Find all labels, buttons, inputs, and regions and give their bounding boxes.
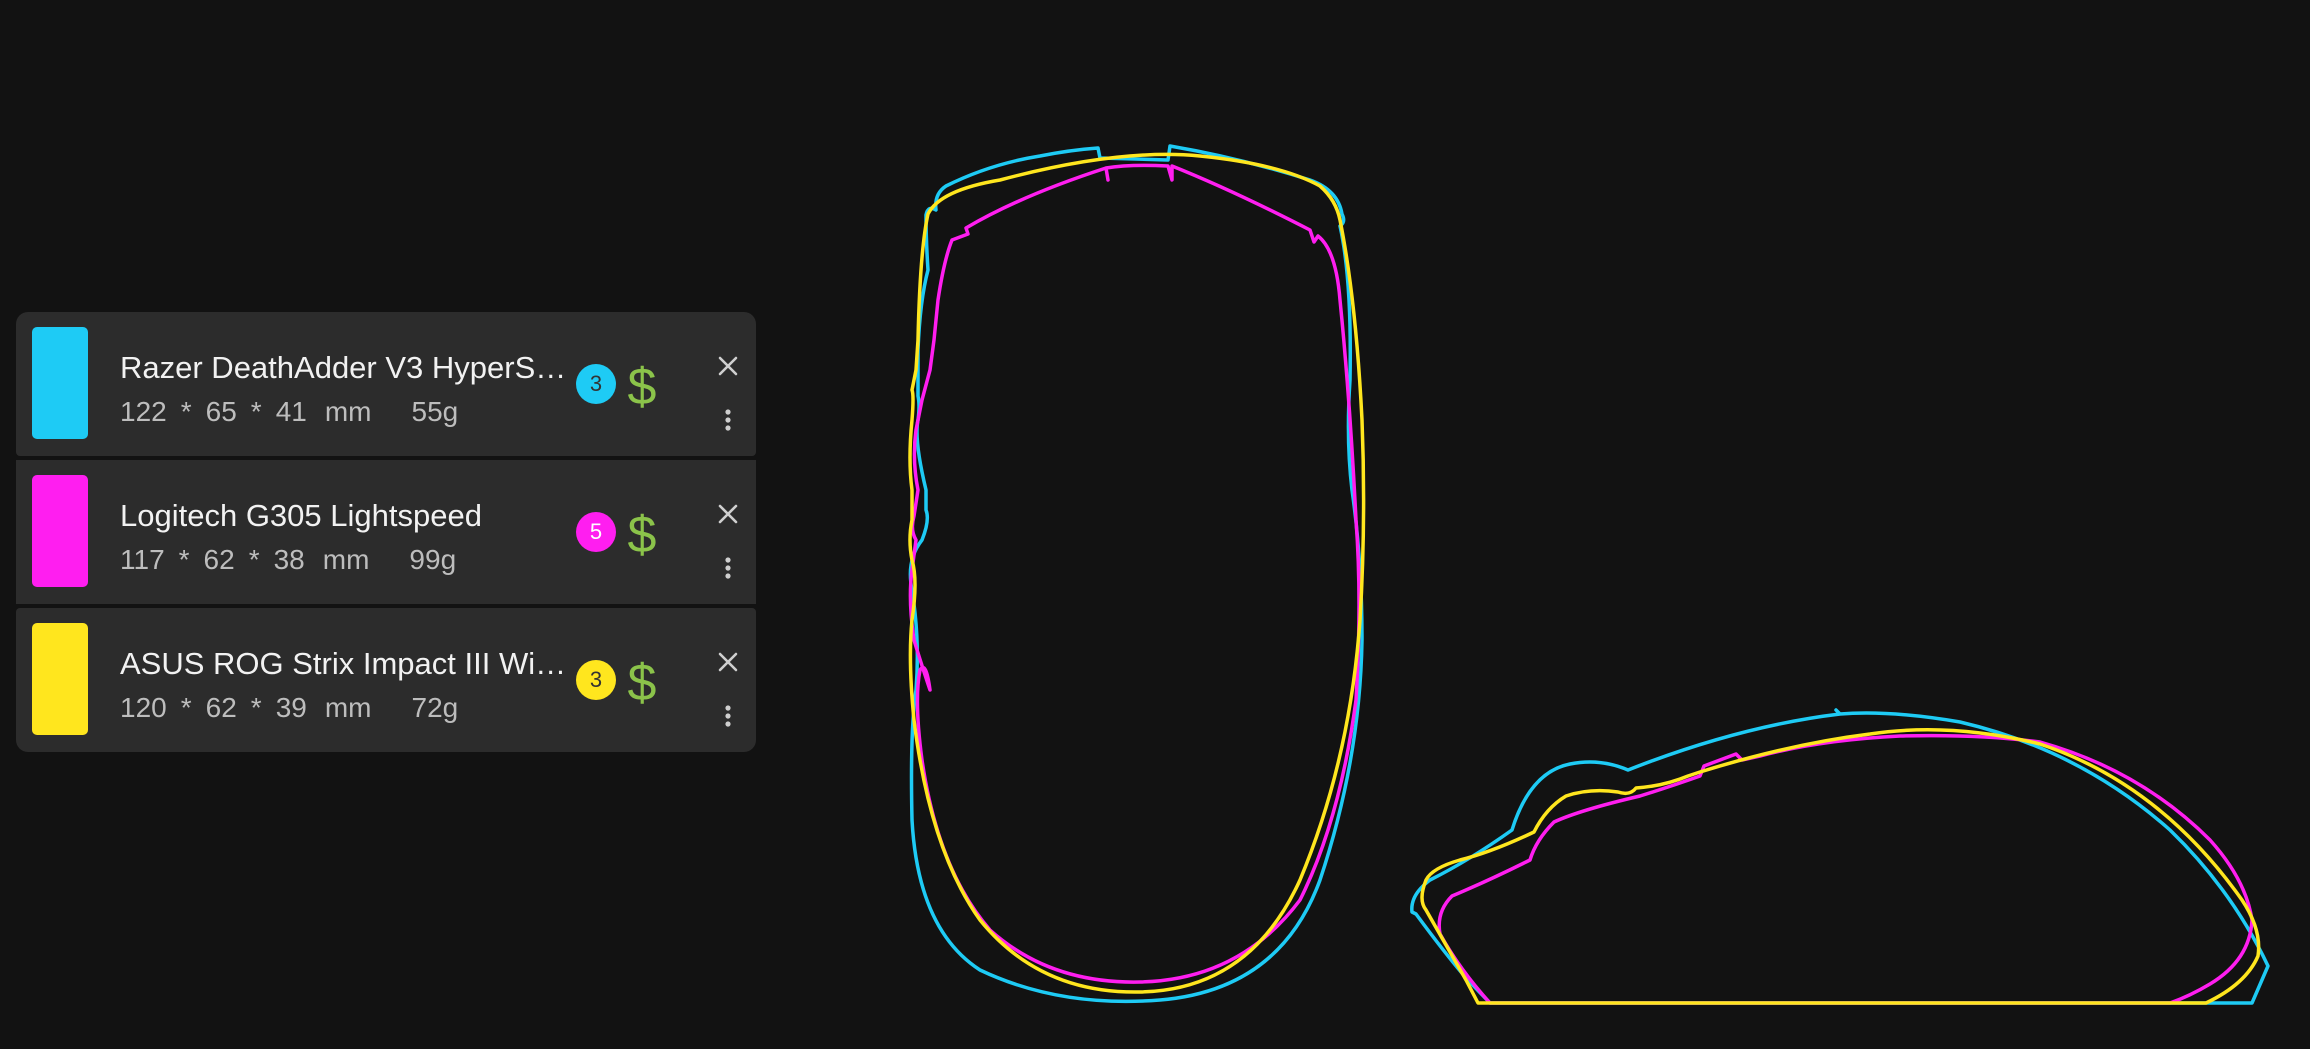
mouse-card[interactable]: ASUS ROG Strix Impact III Wireless 120 * 6… xyxy=(16,608,756,752)
svg-text:$: $ xyxy=(628,506,657,560)
mouse-height: 41 xyxy=(275,396,307,427)
dimension-unit: mm xyxy=(324,396,372,427)
mouse-height: 39 xyxy=(275,692,307,723)
spec-separator: * xyxy=(180,396,192,427)
rank-badge: 5 xyxy=(576,512,616,552)
close-icon[interactable] xyxy=(704,342,752,390)
app-root: Razer DeathAdder V3 HyperSpeed 122 * 65 * 41… xyxy=(0,0,2310,1049)
side-view-outline-razer xyxy=(1410,708,2270,1005)
mouse-length: 117 xyxy=(120,544,165,575)
dollar-icon: $ xyxy=(628,358,657,412)
spec-separator: * xyxy=(250,396,262,427)
mouse-width: 62 xyxy=(203,544,235,575)
spec-separator: * xyxy=(248,544,260,575)
mouse-specs: 117 * 62 * 38 mm 99g xyxy=(120,542,456,578)
mouse-card[interactable]: Logitech G305 Lightspeed 117 * 62 * 38 mm 99g … xyxy=(16,460,756,604)
svg-text:$: $ xyxy=(628,358,657,412)
mouse-width: 65 xyxy=(205,396,237,427)
side-view-outline-logitech xyxy=(1437,733,2254,1005)
mouse-length: 122 xyxy=(120,396,167,427)
more-vert-icon[interactable] xyxy=(704,544,752,592)
mouse-card[interactable]: Razer DeathAdder V3 HyperSpeed 122 * 65 * 41… xyxy=(16,312,756,456)
top-view-outline-razer xyxy=(908,144,1364,1004)
color-swatch[interactable] xyxy=(32,327,88,439)
more-vert-icon[interactable] xyxy=(704,396,752,444)
mouse-weight: 72g xyxy=(411,692,459,723)
close-icon[interactable] xyxy=(704,490,752,538)
spec-separator: * xyxy=(178,544,190,575)
rank-badge: 3 xyxy=(576,364,616,404)
mouse-name: Razer DeathAdder V3 HyperSpeed xyxy=(120,350,572,385)
mouse-height: 38 xyxy=(273,544,305,575)
color-swatch[interactable] xyxy=(32,475,88,587)
spec-separator: * xyxy=(180,692,192,723)
top-view-outline-logitech xyxy=(908,163,1361,984)
spec-separator: * xyxy=(250,692,262,723)
dollar-icon: $ xyxy=(628,506,657,560)
mouse-name: Logitech G305 Lightspeed xyxy=(120,498,482,533)
mouse-list: Razer DeathAdder V3 HyperSpeed 122 * 65 * 41… xyxy=(16,312,756,756)
mouse-weight: 55g xyxy=(411,396,459,427)
dimension-unit: mm xyxy=(324,692,372,723)
dimension-unit: mm xyxy=(322,544,370,575)
mouse-specs: 120 * 62 * 39 mm 72g xyxy=(120,690,458,726)
top-view-outline-asus xyxy=(908,152,1366,994)
dollar-icon: $ xyxy=(628,654,657,708)
color-swatch[interactable] xyxy=(32,623,88,735)
mouse-name: ASUS ROG Strix Impact III Wireless xyxy=(120,646,572,681)
rank-badge: 3 xyxy=(576,660,616,700)
mouse-weight: 99g xyxy=(409,544,457,575)
mouse-specs: 122 * 65 * 41 mm 55g xyxy=(120,394,458,430)
mouse-width: 62 xyxy=(205,692,237,723)
svg-text:$: $ xyxy=(628,654,657,708)
side-view-outline-asus xyxy=(1420,728,2261,1005)
more-vert-icon[interactable] xyxy=(704,692,752,740)
close-icon[interactable] xyxy=(704,638,752,686)
mouse-length: 120 xyxy=(120,692,167,723)
